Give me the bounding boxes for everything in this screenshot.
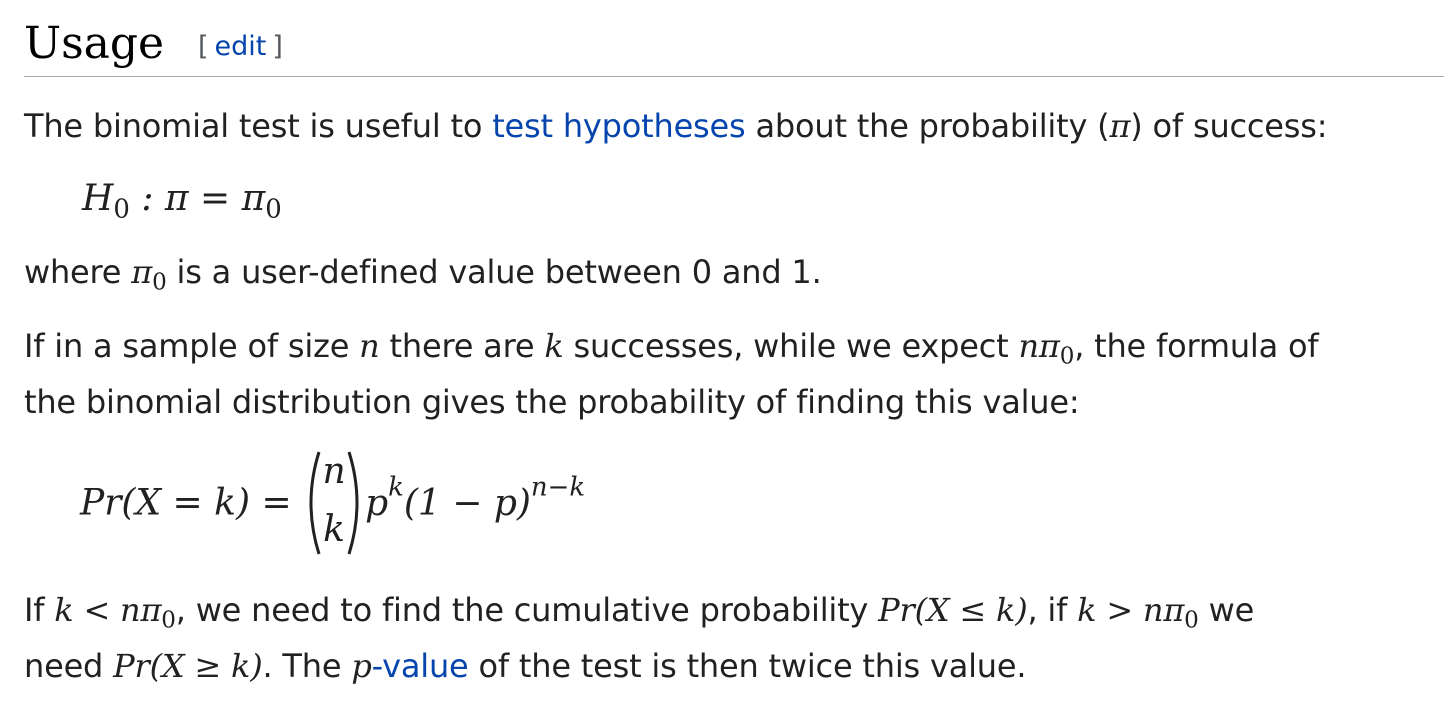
math-text: (1 − p) [403,482,531,524]
paragraph-sample-line1: If in a sample of size n there are k suc… [24,318,1319,374]
equation-null-hypothesis: H0 : π = π0 [82,178,282,222]
edit-link[interactable]: edit [209,31,273,62]
text: successes, while we expect [563,327,1019,365]
math-text: : π = π [129,178,266,219]
text: where [24,253,132,291]
paragraph-cumulative-line2: need Pr(X ≥ k). The p-value of the test … [24,638,1027,694]
edit-bracket-close: ] [272,31,283,62]
math-pr: Pr(X ≤ k) [878,591,1028,629]
text: , the formula of [1074,327,1319,365]
math-k: k [544,327,564,365]
test-hypotheses-link[interactable]: test hypotheses [492,107,745,145]
section-title: Usage [24,18,165,69]
math-lhs: Pr(X = k) = [80,482,304,524]
math-sup: n−k [530,472,586,503]
math-pr: Pr(X ≥ k) [113,647,263,685]
text: of the test is then twice this value. [468,647,1027,685]
math-sub: 0 [161,607,176,634]
text: If in a sample of size [24,327,360,365]
math-sub: 0 [113,194,130,225]
math-n: n [359,327,380,365]
math-rhs: pk(1 − p)n−k [365,474,585,524]
math-H: H [82,178,114,219]
text: , we need to find the cumulative probabi… [175,591,879,629]
math-sub: 0 [1184,607,1199,634]
text: there are [379,327,545,365]
math-npi: nπ [1018,327,1060,365]
text: The binomial test is useful to [24,107,493,145]
math-sup: k [388,472,404,503]
equation-binomial: Pr(X = k) = n k pk(1 − p)n−k [80,448,585,558]
edit-bracket-open: [ [198,31,209,62]
text: , if [1027,591,1078,629]
p-value-link[interactable]: -value [372,647,469,685]
text: . The [262,647,352,685]
paragraph-sample-line2: the binomial distribution gives the prob… [24,383,1080,421]
paragraph-intro: The binomial test is useful to test hypo… [24,98,1328,154]
text: If [24,591,55,629]
math-cond: k < nπ [54,591,162,629]
binomial-bottom: k [323,509,345,550]
math-pi: π [131,253,153,291]
math-sub: 0 [265,194,282,225]
binomial-coefficient: nk [305,448,363,558]
math-cond: k > nπ [1077,591,1185,629]
math-p: p [365,482,389,524]
math-p: p [351,647,372,685]
math-sub: 0 [152,269,167,296]
paragraph-cumulative-line1: If k < nπ0, we need to find the cumulati… [24,582,1254,638]
section-heading: Usage [edit] [24,12,1444,77]
text: need [24,647,114,685]
text: about the probability ( [745,107,1110,145]
text: we [1198,591,1255,629]
math-pi: π [1109,107,1131,145]
text: is a user-defined value between 0 and 1. [166,253,822,291]
text: ) of success: [1130,107,1328,145]
math-sub: 0 [1059,343,1075,370]
binomial-top: n [322,451,346,492]
paragraph-where: where π0 is a user-defined value between… [24,244,822,300]
edit-section: [edit] [198,30,283,64]
